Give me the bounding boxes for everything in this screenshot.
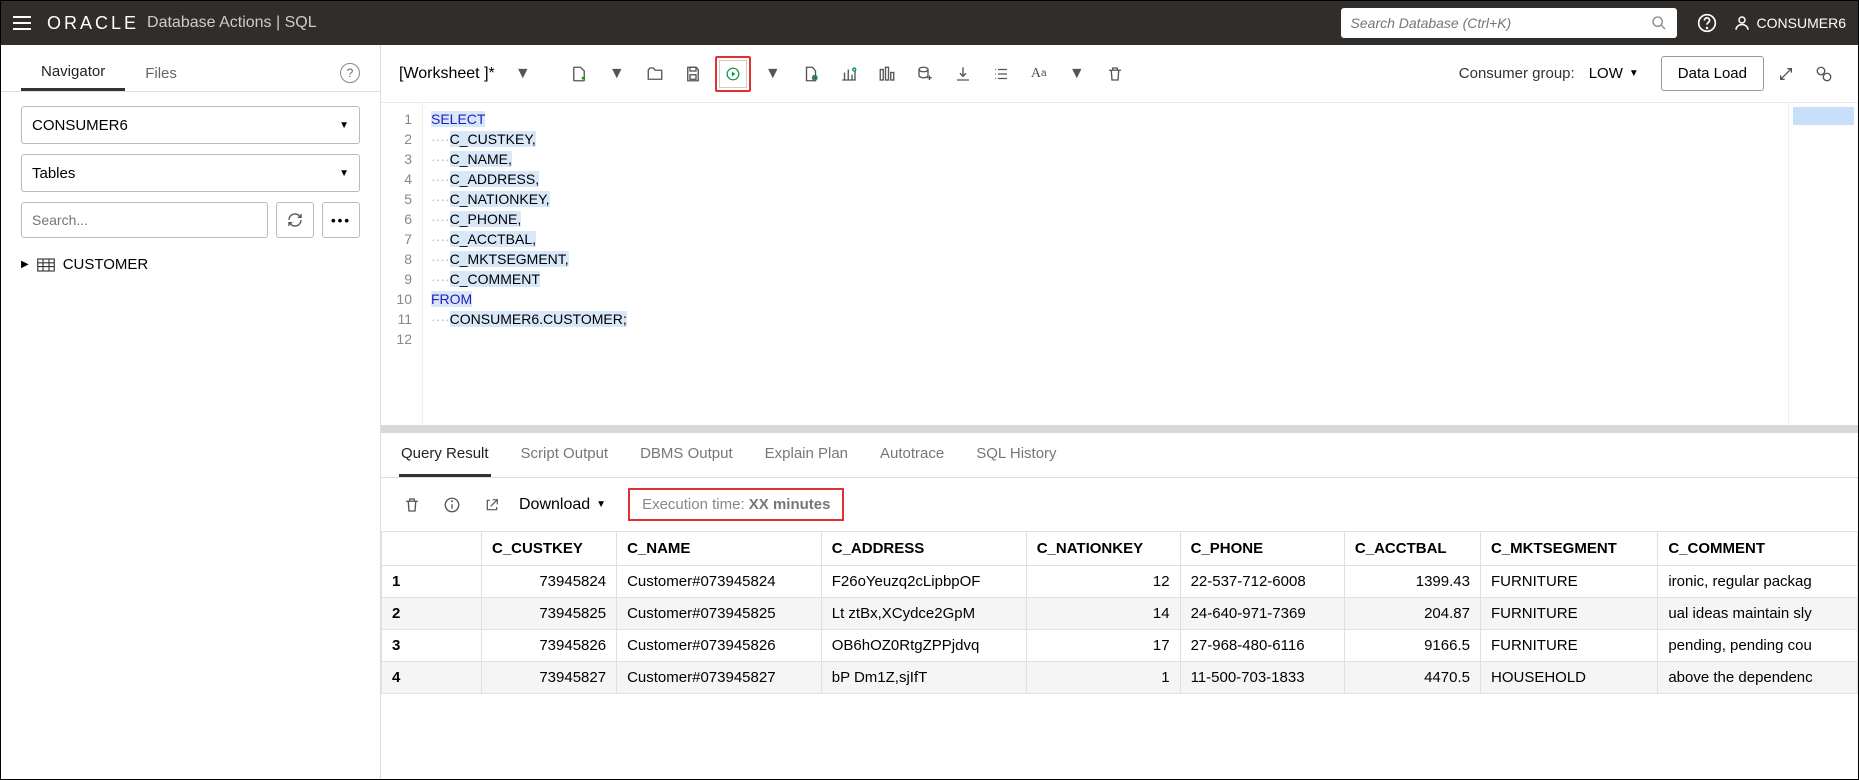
new-dropdown[interactable]: ▼ <box>601 58 633 90</box>
results-grid[interactable]: C_CUSTKEYC_NAMEC_ADDRESSC_NATIONKEYC_PHO… <box>381 531 1858 779</box>
user-icon <box>1733 14 1751 32</box>
col-C_NATIONKEY[interactable]: C_NATIONKEY <box>1026 532 1180 566</box>
minimap[interactable] <box>1788 103 1858 425</box>
table-icon <box>37 258 55 272</box>
result-toolbar: Download▼ Execution time: XX minutes <box>381 478 1858 531</box>
col-C_COMMENT[interactable]: C_COMMENT <box>1658 532 1858 566</box>
result-tab-explain-plan[interactable]: Explain Plan <box>763 433 850 477</box>
tab-navigator[interactable]: Navigator <box>21 55 125 91</box>
run-dropdown[interactable]: ▼ <box>757 58 789 90</box>
run-button[interactable] <box>719 60 747 88</box>
col-C_MKTSEGMENT[interactable]: C_MKTSEGMENT <box>1480 532 1657 566</box>
sql-toolbar: [Worksheet ]* ▼ ▼ ▼ Aa ▼ Consumer gro <box>381 45 1858 103</box>
dots-icon: ••• <box>331 213 351 228</box>
tree-item-customer[interactable]: ▶ CUSTOMER <box>21 252 360 277</box>
execution-time-highlight: Execution time: XX minutes <box>628 488 844 521</box>
consumer-group-label: Consumer group: <box>1459 65 1575 82</box>
table-row[interactable]: 273945825Customer#073945825Lt ztBx,XCydc… <box>382 598 1858 630</box>
run-button-highlight <box>715 56 751 92</box>
schema-select[interactable]: CONSUMER6▼ <box>21 106 360 144</box>
user-menu[interactable]: CONSUMER6 <box>1733 14 1846 32</box>
autotrace-icon[interactable] <box>871 58 903 90</box>
result-tab-dbms-output[interactable]: DBMS Output <box>638 433 735 477</box>
clear-icon[interactable] <box>1099 58 1131 90</box>
refresh-button[interactable] <box>276 202 314 238</box>
code-area[interactable]: SELECT····C_CUSTKEY,····C_NAME,····C_ADD… <box>423 103 635 425</box>
explain-plan-icon[interactable] <box>833 58 865 90</box>
new-file-icon[interactable] <box>563 58 595 90</box>
expand-icon[interactable] <box>1770 58 1802 90</box>
tab-files[interactable]: Files <box>125 57 197 90</box>
play-icon <box>726 67 740 81</box>
menu-icon[interactable] <box>13 16 31 30</box>
result-tab-script-output[interactable]: Script Output <box>519 433 611 477</box>
global-search-input[interactable] <box>1351 15 1651 31</box>
download-button[interactable]: Download▼ <box>519 496 606 514</box>
nav-help-icon[interactable]: ? <box>340 63 360 83</box>
object-type-select[interactable]: Tables▼ <box>21 154 360 192</box>
worksheet-name[interactable]: [Worksheet ]* <box>399 65 495 83</box>
font-dropdown[interactable]: ▼ <box>1061 58 1093 90</box>
product-name: Database Actions | SQL <box>147 14 317 32</box>
table-row[interactable]: 473945827Customer#073945827bP Dm1Z,sjIfT… <box>382 662 1858 694</box>
col-C_ACCTBAL[interactable]: C_ACCTBAL <box>1344 532 1480 566</box>
help-icon[interactable] <box>1689 5 1725 41</box>
app-header: ORACLE Database Actions | SQL CONSUMER6 <box>1 1 1858 45</box>
col-C_NAME[interactable]: C_NAME <box>617 532 822 566</box>
search-icon <box>1651 15 1667 31</box>
oracle-logo: ORACLE <box>47 13 139 34</box>
result-tab-sql-history[interactable]: SQL History <box>974 433 1058 477</box>
line-gutter: 123456789101112 <box>381 103 423 425</box>
col-C_CUSTKEY[interactable]: C_CUSTKEY <box>482 532 617 566</box>
nav-search-input[interactable] <box>21 202 268 238</box>
global-search[interactable] <box>1341 8 1677 38</box>
col-C_PHONE[interactable]: C_PHONE <box>1180 532 1344 566</box>
col-C_ADDRESS[interactable]: C_ADDRESS <box>821 532 1026 566</box>
result-tabs: Query Result Script Output DBMS Output Expl… <box>381 433 1858 478</box>
more-button[interactable]: ••• <box>322 202 360 238</box>
sql-history-icon[interactable] <box>909 58 941 90</box>
open-icon[interactable] <box>639 58 671 90</box>
navigator-panel: Navigator Files ? CONSUMER6▼ Tables▼ ••• <box>1 45 381 779</box>
result-tab-query-result[interactable]: Query Result <box>399 433 491 477</box>
data-load-button[interactable]: Data Load <box>1661 56 1764 91</box>
info-icon[interactable] <box>439 492 465 518</box>
table-row[interactable]: 173945824Customer#073945824F26oYeuzq2cLi… <box>382 566 1858 598</box>
delete-results-icon[interactable] <box>399 492 425 518</box>
run-script-icon[interactable] <box>795 58 827 90</box>
result-tab-autotrace[interactable]: Autotrace <box>878 433 946 477</box>
sql-editor[interactable]: 123456789101112 SELECT····C_CUSTKEY,····… <box>381 103 1788 425</box>
font-size-icon[interactable]: Aa <box>1023 58 1055 90</box>
refresh-icon <box>287 212 303 228</box>
download-editor-icon[interactable] <box>947 58 979 90</box>
table-row[interactable]: 373945826Customer#073945826OB6hOZ0RtgZPP… <box>382 630 1858 662</box>
find-icon[interactable] <box>1808 58 1840 90</box>
worksheet-dropdown[interactable]: ▼ <box>507 58 539 90</box>
format-icon[interactable] <box>985 58 1017 90</box>
save-icon[interactable] <box>677 58 709 90</box>
consumer-group-select[interactable]: LOW▼ <box>1589 65 1639 82</box>
open-new-icon[interactable] <box>479 492 505 518</box>
